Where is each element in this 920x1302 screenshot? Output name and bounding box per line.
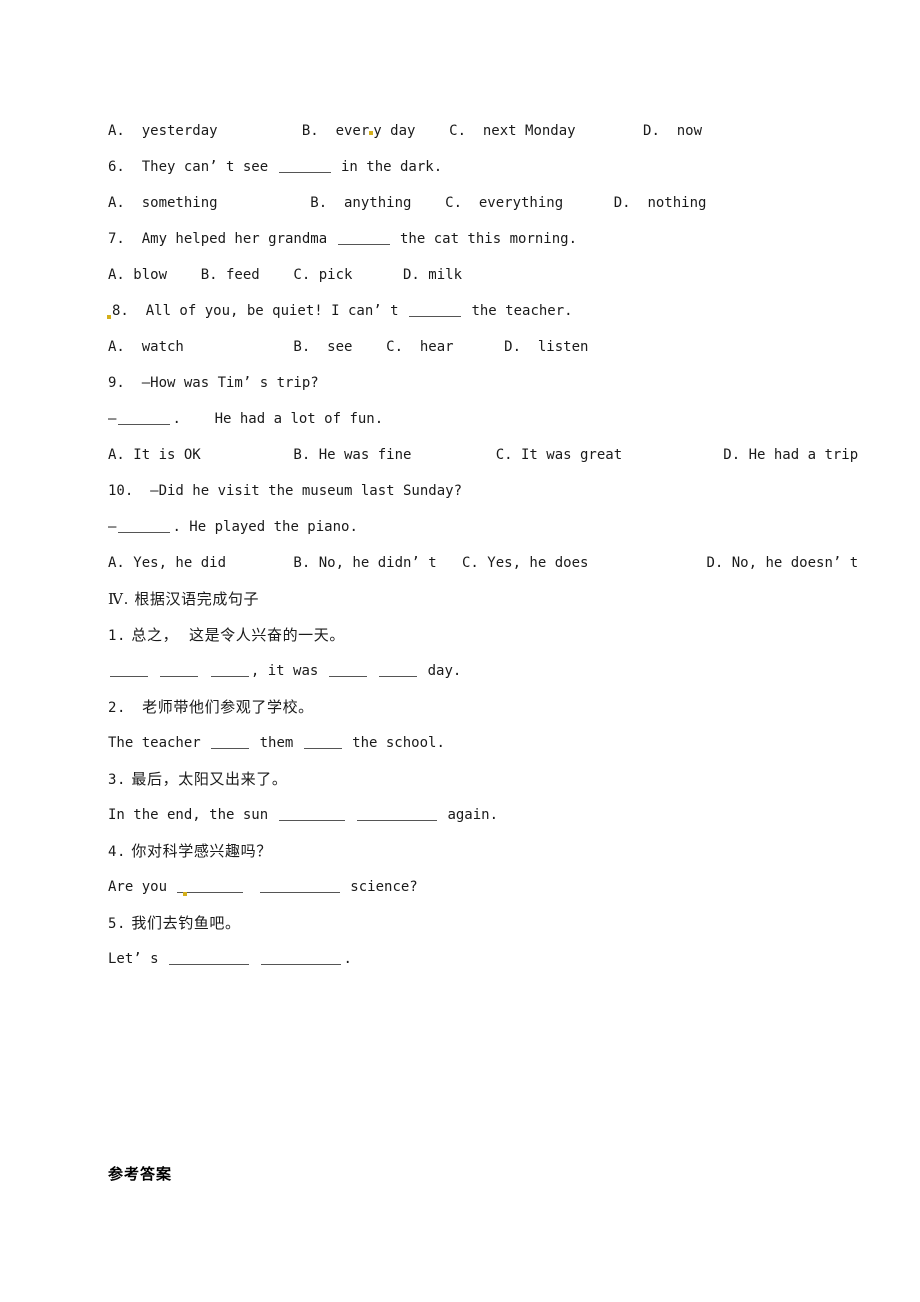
item-number: 1. [108, 628, 127, 644]
section-4-item-4-chinese: 4. 你对科学感兴趣吗？ [108, 833, 868, 869]
answer-blank[interactable] [259, 878, 340, 893]
answer-blank[interactable] [337, 230, 390, 245]
answer-blank[interactable] [110, 662, 148, 677]
item-2-suffix: the school. [343, 735, 445, 751]
section-4-item-3-chinese: 3. 最后，太阳又出来了。 [108, 761, 868, 797]
answer-blank[interactable] [118, 518, 171, 533]
answer-blank[interactable] [169, 950, 250, 965]
item-chinese-text: 总之， 这是令人兴奋的一天。 [126, 626, 345, 644]
q5-options-before-mark: A. yesterday B. ever [108, 123, 370, 139]
q10-reply-suffix: . He played the piano. [172, 519, 358, 535]
item-4-suffix: science? [341, 879, 418, 895]
answer-blank[interactable] [278, 806, 345, 821]
answer-blank[interactable] [118, 410, 171, 425]
question-9-reply: — . He had a lot of fun. [108, 401, 868, 437]
answer-blank[interactable] [357, 806, 438, 821]
section-4-item-2-chinese: 2. 老师带他们参观了学校。 [108, 689, 868, 725]
section-4-item-2-english: The teacher them the school. [108, 725, 868, 761]
section-4-roman-numeral: Ⅳ. [108, 590, 129, 608]
question-7-stem: 7. Amy helped her grandma the cat this m… [108, 221, 868, 257]
question-9-stem: 9. —How was Tim’ s trip? [108, 375, 319, 391]
item-3-middle [347, 807, 355, 823]
question-9-options: A. It is OK B. He was fine C. It was gre… [108, 447, 859, 463]
answer-blank[interactable] [303, 734, 342, 749]
section-4-heading: Ⅳ. 根据汉语完成句子 [108, 581, 868, 617]
section-4-heading-text: 根据汉语完成句子 [128, 590, 260, 608]
item-chinese-text: 你对科学感兴趣吗？ [126, 842, 272, 860]
item-2-prefix: The teacher [108, 735, 210, 751]
item-4-prefix: Are you [108, 879, 176, 895]
answer-blank[interactable] [328, 662, 367, 677]
q6-prefix: 6. They can’ t see [108, 159, 277, 175]
question-6-options: A. something B. anything C. everything D… [108, 195, 707, 211]
question-8-stem: 8. All of you, be quiet! I can’ t the te… [107, 293, 868, 329]
question-8-options: A. watch B. see C. hear D. listen [108, 339, 589, 355]
q5-options-after-mark: y day C. next Monday D. now [373, 123, 703, 139]
item-3-prefix: In the end, the sun [108, 807, 277, 823]
q8-prefix: 8. All of you, be quiet! I can’ t [112, 303, 408, 319]
q7-prefix: 7. Amy helped her grandma [108, 231, 336, 247]
section-4-item-5-chinese: 5. 我们去钓鱼吧。 [108, 905, 868, 941]
q9-reply-suffix: . He had a lot of fun. [172, 411, 384, 427]
question-7-options: A. blow B. feed C. pick D. milk [108, 267, 463, 283]
highlight-mark-icon [107, 315, 111, 319]
item-chinese-text: 我们去钓鱼吧。 [126, 914, 241, 932]
question-6-stem: 6. They can’ t see in the dark. [108, 149, 868, 185]
q10-reply-prefix: — [108, 519, 117, 535]
q7-suffix: the cat this morning. [391, 231, 578, 247]
item-5-prefix: Let’ s [108, 951, 168, 967]
item-3-suffix: again. [439, 807, 499, 823]
question-10-reply: — . He played the piano. [108, 509, 868, 545]
answer-blank[interactable] [160, 662, 199, 677]
worksheet-content: A. yesterday B. ever y day C. next Monday… [107, 113, 868, 977]
reference-answers-label: 参考答案 [108, 1165, 173, 1183]
item-number: 3. [108, 772, 127, 788]
item-5-middle [251, 951, 259, 967]
item-2-middle: them [251, 735, 302, 751]
answer-blank[interactable] [409, 302, 462, 317]
section-4-item-1-chinese: 1. 总之， 这是令人兴奋的一天。 [108, 617, 868, 653]
section-4-item-4-english: Are you science? [108, 869, 868, 905]
answer-blank[interactable] [379, 662, 418, 677]
section-4-item-5-english: Let’ s . [108, 941, 868, 977]
section-4-item-1-english: , it was day. [108, 653, 868, 689]
item-5-suffix: . [343, 951, 352, 967]
question-10-stem: 10. —Did he visit the museum last Sunday… [108, 483, 463, 499]
answer-blank[interactable] [261, 950, 342, 965]
q6-suffix: in the dark. [332, 159, 443, 175]
answer-blank[interactable] [278, 158, 331, 173]
reference-answers-heading: 参考答案 [108, 1163, 172, 1184]
section-4-item-3-english: In the end, the sun again. [108, 797, 868, 833]
question-10-options: A. Yes, he did B. No, he didn’ t C. Yes,… [108, 555, 859, 571]
q8-suffix: the teacher. [463, 303, 573, 319]
item-4-middle [249, 879, 257, 895]
question-5-options: A. yesterday B. ever y day C. next Monday… [108, 113, 868, 149]
answer-blank[interactable] [211, 734, 250, 749]
answer-blank[interactable] [210, 662, 249, 677]
item-chinese-text: 最后，太阳又出来了。 [126, 770, 288, 788]
q9-reply-prefix: — [108, 411, 117, 427]
item-number: 4. [108, 844, 127, 860]
item-chinese-text: 老师带他们参观了学校。 [126, 698, 314, 716]
highlight-mark-icon [183, 892, 188, 896]
item-number: 5. [108, 916, 127, 932]
item-number: 2. [108, 700, 127, 716]
answer-blank[interactable] [177, 878, 244, 893]
worksheet-page: A. yesterday B. ever y day C. next Monday… [0, 0, 920, 1302]
